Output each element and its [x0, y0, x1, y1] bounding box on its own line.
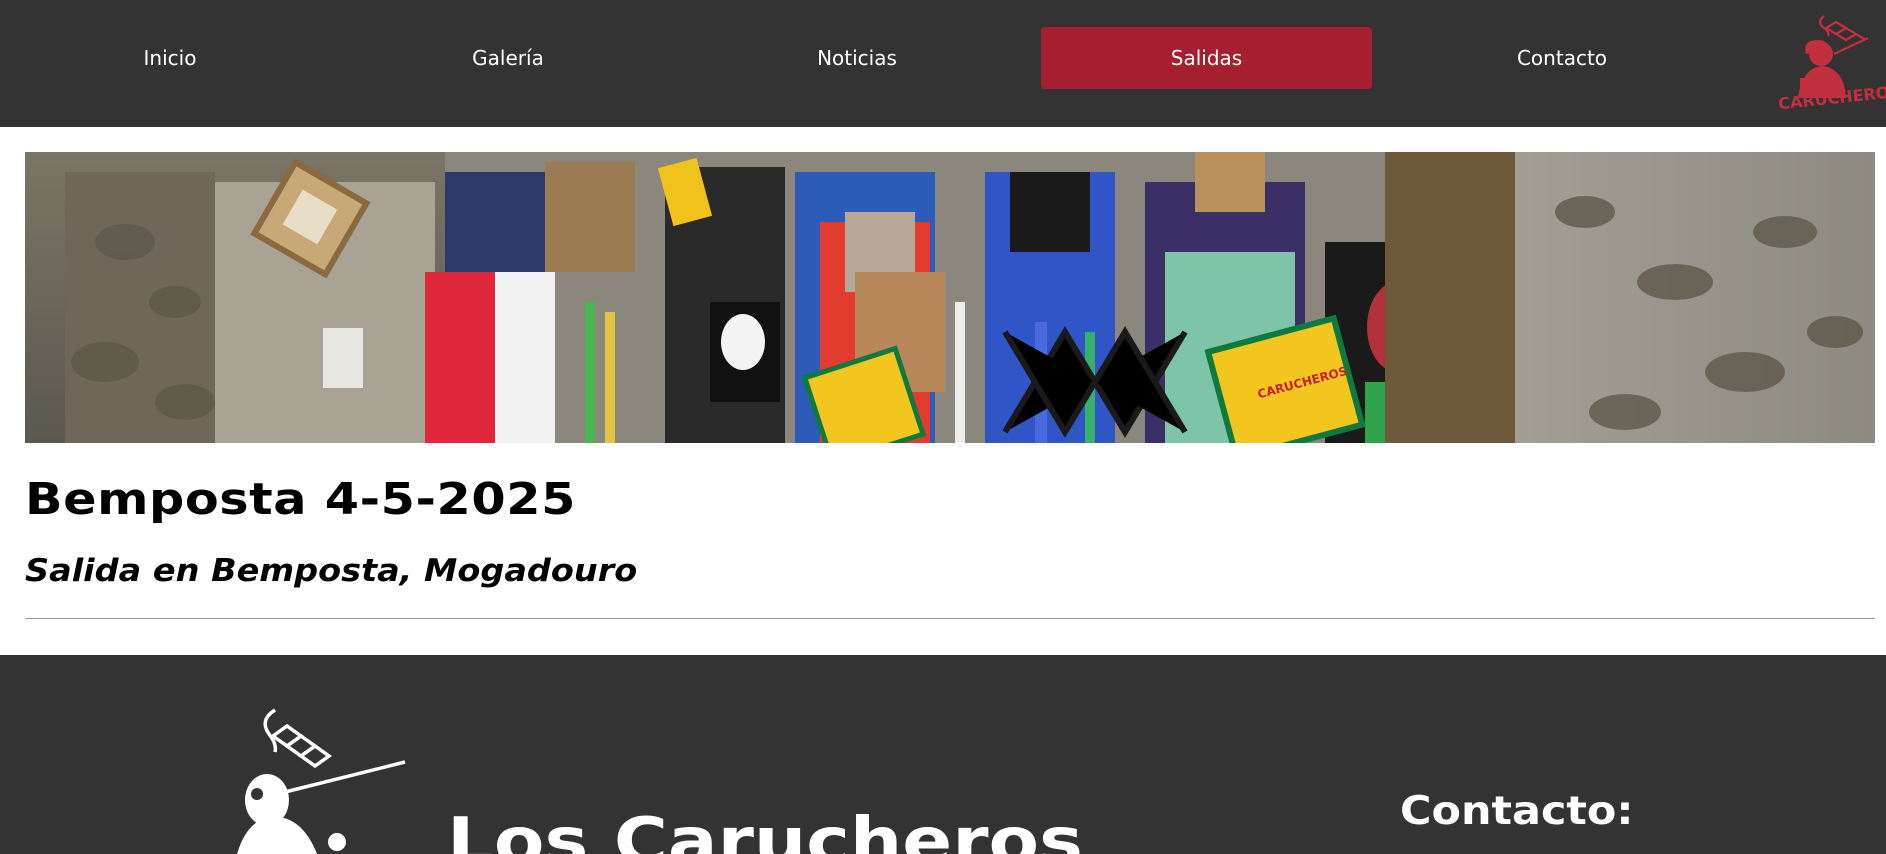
footer-brand-name: Los Carucheros — [447, 805, 1083, 854]
page-subtitle: Salida en Bemposta, Mogadouro — [25, 553, 638, 589]
site-footer: Los Carucheros Contacto: — [0, 655, 1886, 854]
content-divider — [25, 618, 1875, 619]
nav-link-inicio[interactable]: Inicio — [70, 27, 270, 89]
nav-link-noticias[interactable]: Noticias — [757, 27, 957, 89]
nav-link-contacto[interactable]: Contacto — [1462, 27, 1662, 89]
page-title: Bemposta 4-5-2025 — [25, 474, 576, 525]
footer-logo-icon — [225, 702, 425, 854]
footer-contact-heading: Contacto: — [1400, 789, 1634, 834]
site-logo[interactable]: CARUCHEROS — [1776, 8, 1886, 118]
hero-photo: CARUCHEROS — [25, 152, 1875, 443]
nav-link-galeria[interactable]: Galería — [408, 27, 608, 89]
nav-link-salidas[interactable]: Salidas — [1041, 27, 1372, 89]
top-navigation: Inicio Galería Noticias Salidas Contacto… — [0, 0, 1886, 127]
